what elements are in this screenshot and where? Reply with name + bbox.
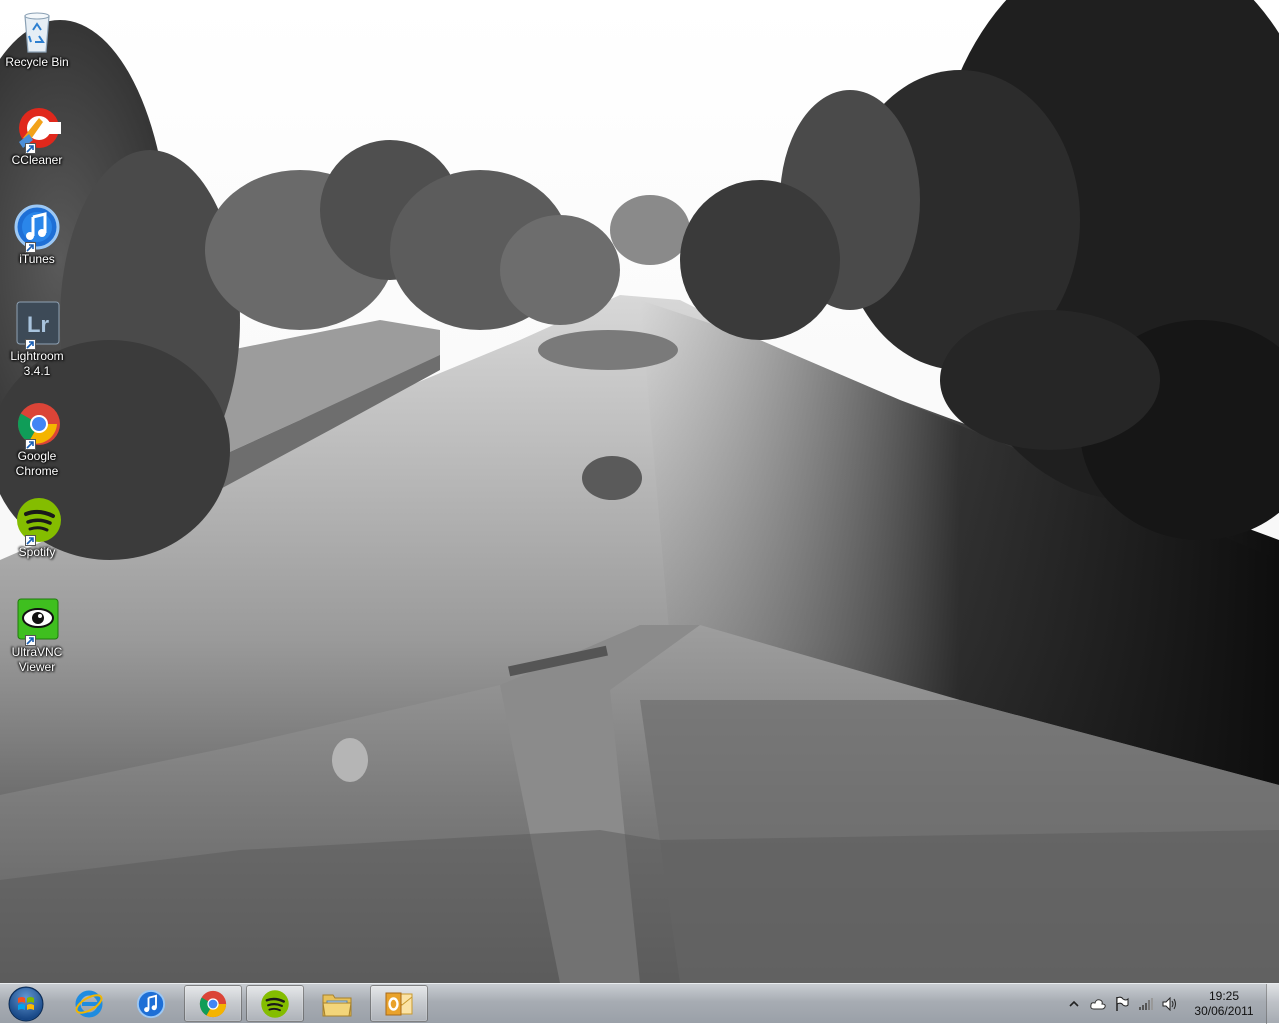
- ultravnc-icon: [13, 596, 61, 646]
- desktop-icon-label: UltraVNC Viewer: [11, 645, 63, 674]
- desktop-icon-itunes[interactable]: iTunes: [2, 203, 72, 267]
- start-button[interactable]: [4, 985, 48, 1022]
- taskbar-button-windows-explorer[interactable]: [308, 985, 366, 1022]
- folder-icon: [322, 994, 352, 1016]
- outlook-icon: [385, 992, 413, 1015]
- volume-icon[interactable]: [1162, 996, 1178, 1012]
- chrome-icon: [13, 400, 61, 450]
- windows-start-icon: [8, 986, 44, 1021]
- chrome-icon: [199, 990, 227, 1017]
- shortcut-arrow-icon: [25, 635, 36, 646]
- desktop-icon-area: Recycle Bin CCleaner iTunes Lr Lightroom…: [0, 0, 76, 983]
- desktop-icon-label: Spotify: [18, 545, 56, 559]
- taskbar-button-itunes[interactable]: [122, 985, 180, 1022]
- show-hidden-icons-arrow-icon[interactable]: [1066, 996, 1082, 1012]
- action-center-flag-icon[interactable]: [1114, 996, 1130, 1012]
- spotify-icon: [13, 496, 61, 546]
- taskbar-button-spotify[interactable]: [246, 985, 304, 1022]
- desktop-icon-google-chrome[interactable]: Google Chrome: [2, 400, 72, 479]
- shortcut-arrow-icon: [25, 143, 36, 154]
- itunes-icon: [13, 203, 61, 253]
- taskbar-button-google-chrome[interactable]: [184, 985, 242, 1022]
- desktop-wallpaper: [0, 0, 1279, 983]
- clock-date: 30/06/2011: [1194, 1004, 1254, 1018]
- svg-text:Lr: Lr: [27, 312, 49, 337]
- clock-time: 19:25: [1208, 989, 1240, 1003]
- desktop-icon-label: Lightroom 3.4.1: [10, 349, 64, 378]
- desktop-icon-label: iTunes: [19, 252, 55, 266]
- network-signal-icon[interactable]: [1138, 996, 1154, 1012]
- show-desktop-button[interactable]: [1266, 984, 1279, 1024]
- desktop-icon-spotify[interactable]: Spotify: [2, 496, 72, 560]
- spotify-icon: [261, 989, 289, 1018]
- taskbar-clock[interactable]: 19:25 30/06/2011: [1184, 989, 1264, 1019]
- itunes-icon: [136, 989, 166, 1018]
- recycle-bin-icon: [13, 6, 61, 54]
- shortcut-arrow-icon: [25, 242, 36, 253]
- desktop-icon-recycle-bin[interactable]: Recycle Bin: [2, 6, 72, 70]
- ie-icon: [75, 990, 103, 1017]
- ccleaner-icon: [13, 104, 61, 154]
- shortcut-arrow-icon: [25, 535, 36, 546]
- desktop-icon-lightroom[interactable]: Lr Lightroom 3.4.1: [2, 300, 72, 379]
- desktop-icon-ccleaner[interactable]: CCleaner: [2, 104, 72, 168]
- desktop-icon-ultravnc-viewer[interactable]: UltraVNC Viewer: [2, 596, 72, 675]
- taskbar-button-internet-explorer[interactable]: [60, 985, 118, 1022]
- shortcut-arrow-icon: [25, 339, 36, 350]
- taskbar: 19:25 30/06/2011: [0, 983, 1279, 1024]
- desktop-icon-label: Recycle Bin: [5, 55, 69, 69]
- cloud-icon[interactable]: [1090, 996, 1106, 1012]
- desktop-icon-label: CCleaner: [11, 153, 63, 167]
- desktop-icon-label: Google Chrome: [15, 449, 59, 478]
- lightroom-icon: Lr: [13, 300, 61, 350]
- shortcut-arrow-icon: [25, 439, 36, 450]
- taskbar-button-outlook[interactable]: [370, 985, 428, 1022]
